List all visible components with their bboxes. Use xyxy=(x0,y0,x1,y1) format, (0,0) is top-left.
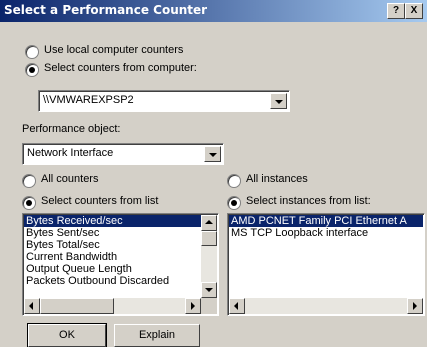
use-local-counters-radio[interactable] xyxy=(25,45,39,59)
select-counters-from-list-label: Select counters from list xyxy=(41,195,159,207)
select-counters-from-list-radio[interactable] xyxy=(22,196,36,210)
scroll-thumb[interactable] xyxy=(40,298,114,314)
computer-dropdown-button[interactable] xyxy=(270,93,287,109)
instances-horizontal-scrollbar[interactable] xyxy=(229,298,423,314)
scroll-right-icon[interactable] xyxy=(185,298,201,314)
all-counters-label: All counters xyxy=(41,173,99,185)
ok-button[interactable]: OK xyxy=(27,323,107,347)
select-instances-from-list-label: Select instances from list: xyxy=(246,195,371,207)
computer-value: \\VMWAREXPSP2 xyxy=(43,94,134,106)
counters-horizontal-scrollbar[interactable] xyxy=(24,298,201,314)
all-instances-label: All instances xyxy=(246,173,308,185)
performance-object-label: Performance object: xyxy=(22,123,121,135)
performance-object-dropdown-button[interactable] xyxy=(204,146,221,162)
instances-listbox[interactable]: AMD PCNET Family PCI Ethernet A MS TCP L… xyxy=(227,213,425,316)
select-from-computer-radio[interactable] xyxy=(25,63,39,77)
counter-item[interactable]: Bytes Total/sec xyxy=(24,239,201,251)
title-bar: Select a Performance Counter ? X xyxy=(0,0,427,22)
scroll-left-icon[interactable] xyxy=(229,298,245,314)
close-button[interactable]: X xyxy=(405,3,423,19)
all-instances-radio[interactable] xyxy=(227,174,241,188)
scroll-up-icon[interactable] xyxy=(201,215,217,231)
performance-object-value: Network Interface xyxy=(27,147,114,159)
dialog-title: Select a Performance Counter xyxy=(4,3,208,17)
all-counters-radio[interactable] xyxy=(22,174,36,188)
performance-object-combobox[interactable]: Network Interface xyxy=(22,143,224,165)
instance-item[interactable]: AMD PCNET Family PCI Ethernet A xyxy=(229,215,423,227)
counters-listbox[interactable]: Bytes Received/sec Bytes Sent/sec Bytes … xyxy=(22,213,219,316)
help-button[interactable]: ? xyxy=(387,3,405,19)
select-instances-from-list-radio[interactable] xyxy=(227,196,241,210)
instance-item[interactable]: MS TCP Loopback interface xyxy=(229,227,423,239)
counter-item[interactable]: Output Queue Length xyxy=(24,263,201,275)
counter-item[interactable]: Packets Outbound Discarded xyxy=(24,275,201,287)
counter-item[interactable]: Current Bandwidth xyxy=(24,251,201,263)
computer-combobox[interactable]: \\VMWAREXPSP2 xyxy=(38,90,290,112)
instances-list-items: AMD PCNET Family PCI Ethernet A MS TCP L… xyxy=(229,215,423,239)
counters-list-items: Bytes Received/sec Bytes Sent/sec Bytes … xyxy=(24,215,201,287)
counter-item[interactable]: Bytes Received/sec xyxy=(24,215,201,227)
counters-vertical-scrollbar[interactable] xyxy=(201,215,217,298)
scroll-right-icon[interactable] xyxy=(407,298,423,314)
scroll-down-icon[interactable] xyxy=(201,282,217,298)
scroll-left-icon[interactable] xyxy=(24,298,40,314)
use-local-counters-label: Use local computer counters xyxy=(44,44,184,56)
scroll-thumb[interactable] xyxy=(201,231,217,246)
scroll-corner xyxy=(201,298,217,314)
explain-button[interactable]: Explain xyxy=(114,324,200,347)
performance-counter-dialog: Select a Performance Counter ? X Use loc… xyxy=(0,0,427,347)
counter-item[interactable]: Bytes Sent/sec xyxy=(24,227,201,239)
select-from-computer-label: Select counters from computer: xyxy=(44,62,197,74)
